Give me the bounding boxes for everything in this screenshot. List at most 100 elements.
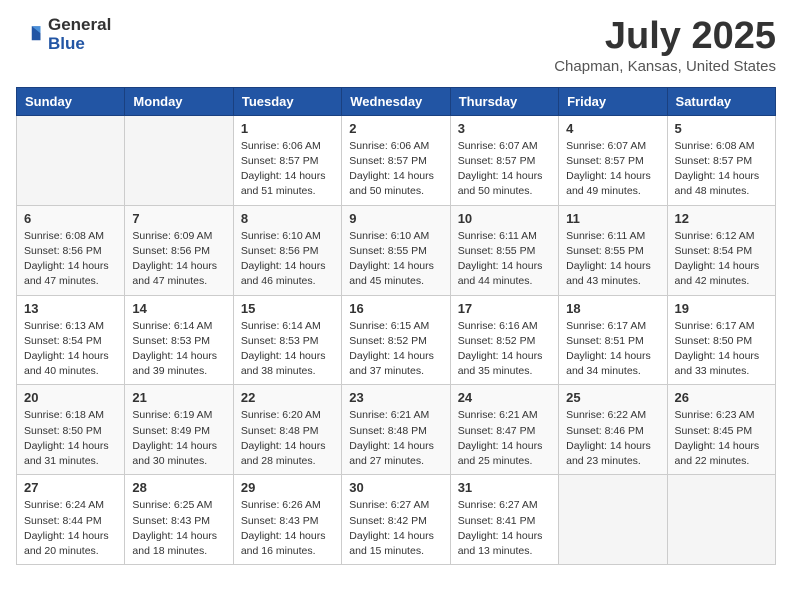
weekday-header: Tuesday [233,87,341,115]
day-detail: Sunrise: 6:18 AMSunset: 8:50 PMDaylight:… [24,408,117,469]
calendar-cell: 9 Sunrise: 6:10 AMSunset: 8:55 PMDayligh… [342,205,450,295]
day-number: 30 [349,480,442,495]
calendar-cell: 29 Sunrise: 6:26 AMSunset: 8:43 PMDaylig… [233,475,341,565]
calendar-cell: 26 Sunrise: 6:23 AMSunset: 8:45 PMDaylig… [667,385,775,475]
day-number: 26 [675,390,768,405]
weekday-header: Monday [125,87,233,115]
day-detail: Sunrise: 6:08 AMSunset: 8:57 PMDaylight:… [675,139,768,200]
calendar-cell: 19 Sunrise: 6:17 AMSunset: 8:50 PMDaylig… [667,295,775,385]
day-detail: Sunrise: 6:14 AMSunset: 8:53 PMDaylight:… [132,319,225,380]
day-detail: Sunrise: 6:15 AMSunset: 8:52 PMDaylight:… [349,319,442,380]
calendar-cell: 2 Sunrise: 6:06 AMSunset: 8:57 PMDayligh… [342,115,450,205]
day-number: 31 [458,480,551,495]
day-number: 6 [24,211,117,226]
calendar-cell: 16 Sunrise: 6:15 AMSunset: 8:52 PMDaylig… [342,295,450,385]
day-detail: Sunrise: 6:21 AMSunset: 8:47 PMDaylight:… [458,408,551,469]
day-detail: Sunrise: 6:12 AMSunset: 8:54 PMDaylight:… [675,229,768,290]
page-header: General Blue July 2025 Chapman, Kansas, … [16,16,776,75]
day-detail: Sunrise: 6:27 AMSunset: 8:41 PMDaylight:… [458,498,551,559]
day-detail: Sunrise: 6:06 AMSunset: 8:57 PMDaylight:… [241,139,334,200]
calendar-cell: 22 Sunrise: 6:20 AMSunset: 8:48 PMDaylig… [233,385,341,475]
calendar-cell: 11 Sunrise: 6:11 AMSunset: 8:55 PMDaylig… [559,205,667,295]
day-detail: Sunrise: 6:27 AMSunset: 8:42 PMDaylight:… [349,498,442,559]
calendar-table: SundayMondayTuesdayWednesdayThursdayFrid… [16,87,776,565]
calendar-cell [17,115,125,205]
day-number: 12 [675,211,768,226]
day-detail: Sunrise: 6:14 AMSunset: 8:53 PMDaylight:… [241,319,334,380]
day-number: 24 [458,390,551,405]
title-block: July 2025 Chapman, Kansas, United States [554,16,776,75]
calendar-cell: 1 Sunrise: 6:06 AMSunset: 8:57 PMDayligh… [233,115,341,205]
main-title: July 2025 [554,16,776,58]
calendar-cell: 23 Sunrise: 6:21 AMSunset: 8:48 PMDaylig… [342,385,450,475]
logo-icon [16,21,44,49]
day-number: 1 [241,121,334,136]
day-detail: Sunrise: 6:17 AMSunset: 8:50 PMDaylight:… [675,319,768,380]
day-detail: Sunrise: 6:26 AMSunset: 8:43 PMDaylight:… [241,498,334,559]
calendar-cell: 8 Sunrise: 6:10 AMSunset: 8:56 PMDayligh… [233,205,341,295]
calendar-cell: 24 Sunrise: 6:21 AMSunset: 8:47 PMDaylig… [450,385,558,475]
day-detail: Sunrise: 6:06 AMSunset: 8:57 PMDaylight:… [349,139,442,200]
logo-general-text: General [48,16,111,35]
day-number: 22 [241,390,334,405]
calendar-cell: 7 Sunrise: 6:09 AMSunset: 8:56 PMDayligh… [125,205,233,295]
calendar-cell: 27 Sunrise: 6:24 AMSunset: 8:44 PMDaylig… [17,475,125,565]
day-number: 23 [349,390,442,405]
calendar-cell [125,115,233,205]
logo: General Blue [16,16,111,53]
day-number: 27 [24,480,117,495]
calendar-cell: 25 Sunrise: 6:22 AMSunset: 8:46 PMDaylig… [559,385,667,475]
weekday-header: Saturday [667,87,775,115]
day-number: 10 [458,211,551,226]
weekday-header: Thursday [450,87,558,115]
day-detail: Sunrise: 6:22 AMSunset: 8:46 PMDaylight:… [566,408,659,469]
day-number: 25 [566,390,659,405]
day-detail: Sunrise: 6:17 AMSunset: 8:51 PMDaylight:… [566,319,659,380]
calendar-cell: 14 Sunrise: 6:14 AMSunset: 8:53 PMDaylig… [125,295,233,385]
day-detail: Sunrise: 6:24 AMSunset: 8:44 PMDaylight:… [24,498,117,559]
day-number: 19 [675,301,768,316]
day-detail: Sunrise: 6:25 AMSunset: 8:43 PMDaylight:… [132,498,225,559]
day-detail: Sunrise: 6:11 AMSunset: 8:55 PMDaylight:… [566,229,659,290]
calendar-cell [559,475,667,565]
calendar-cell: 31 Sunrise: 6:27 AMSunset: 8:41 PMDaylig… [450,475,558,565]
weekday-header: Friday [559,87,667,115]
day-detail: Sunrise: 6:21 AMSunset: 8:48 PMDaylight:… [349,408,442,469]
subtitle: Chapman, Kansas, United States [554,58,776,75]
day-number: 17 [458,301,551,316]
day-number: 14 [132,301,225,316]
calendar-cell: 15 Sunrise: 6:14 AMSunset: 8:53 PMDaylig… [233,295,341,385]
day-detail: Sunrise: 6:13 AMSunset: 8:54 PMDaylight:… [24,319,117,380]
calendar-cell: 4 Sunrise: 6:07 AMSunset: 8:57 PMDayligh… [559,115,667,205]
day-number: 18 [566,301,659,316]
calendar-cell: 5 Sunrise: 6:08 AMSunset: 8:57 PMDayligh… [667,115,775,205]
day-number: 8 [241,211,334,226]
calendar-cell [667,475,775,565]
day-detail: Sunrise: 6:07 AMSunset: 8:57 PMDaylight:… [458,139,551,200]
day-detail: Sunrise: 6:10 AMSunset: 8:56 PMDaylight:… [241,229,334,290]
day-number: 4 [566,121,659,136]
day-detail: Sunrise: 6:07 AMSunset: 8:57 PMDaylight:… [566,139,659,200]
calendar-cell: 30 Sunrise: 6:27 AMSunset: 8:42 PMDaylig… [342,475,450,565]
day-number: 7 [132,211,225,226]
day-number: 11 [566,211,659,226]
day-number: 20 [24,390,117,405]
day-detail: Sunrise: 6:11 AMSunset: 8:55 PMDaylight:… [458,229,551,290]
day-number: 3 [458,121,551,136]
day-detail: Sunrise: 6:20 AMSunset: 8:48 PMDaylight:… [241,408,334,469]
calendar-cell: 3 Sunrise: 6:07 AMSunset: 8:57 PMDayligh… [450,115,558,205]
calendar-cell: 21 Sunrise: 6:19 AMSunset: 8:49 PMDaylig… [125,385,233,475]
day-number: 13 [24,301,117,316]
calendar-cell: 20 Sunrise: 6:18 AMSunset: 8:50 PMDaylig… [17,385,125,475]
calendar-cell: 10 Sunrise: 6:11 AMSunset: 8:55 PMDaylig… [450,205,558,295]
calendar-cell: 13 Sunrise: 6:13 AMSunset: 8:54 PMDaylig… [17,295,125,385]
day-number: 21 [132,390,225,405]
calendar-cell: 6 Sunrise: 6:08 AMSunset: 8:56 PMDayligh… [17,205,125,295]
logo-blue-text: Blue [48,35,111,54]
day-detail: Sunrise: 6:23 AMSunset: 8:45 PMDaylight:… [675,408,768,469]
day-number: 28 [132,480,225,495]
calendar-cell: 28 Sunrise: 6:25 AMSunset: 8:43 PMDaylig… [125,475,233,565]
weekday-header: Sunday [17,87,125,115]
day-detail: Sunrise: 6:19 AMSunset: 8:49 PMDaylight:… [132,408,225,469]
day-detail: Sunrise: 6:09 AMSunset: 8:56 PMDaylight:… [132,229,225,290]
